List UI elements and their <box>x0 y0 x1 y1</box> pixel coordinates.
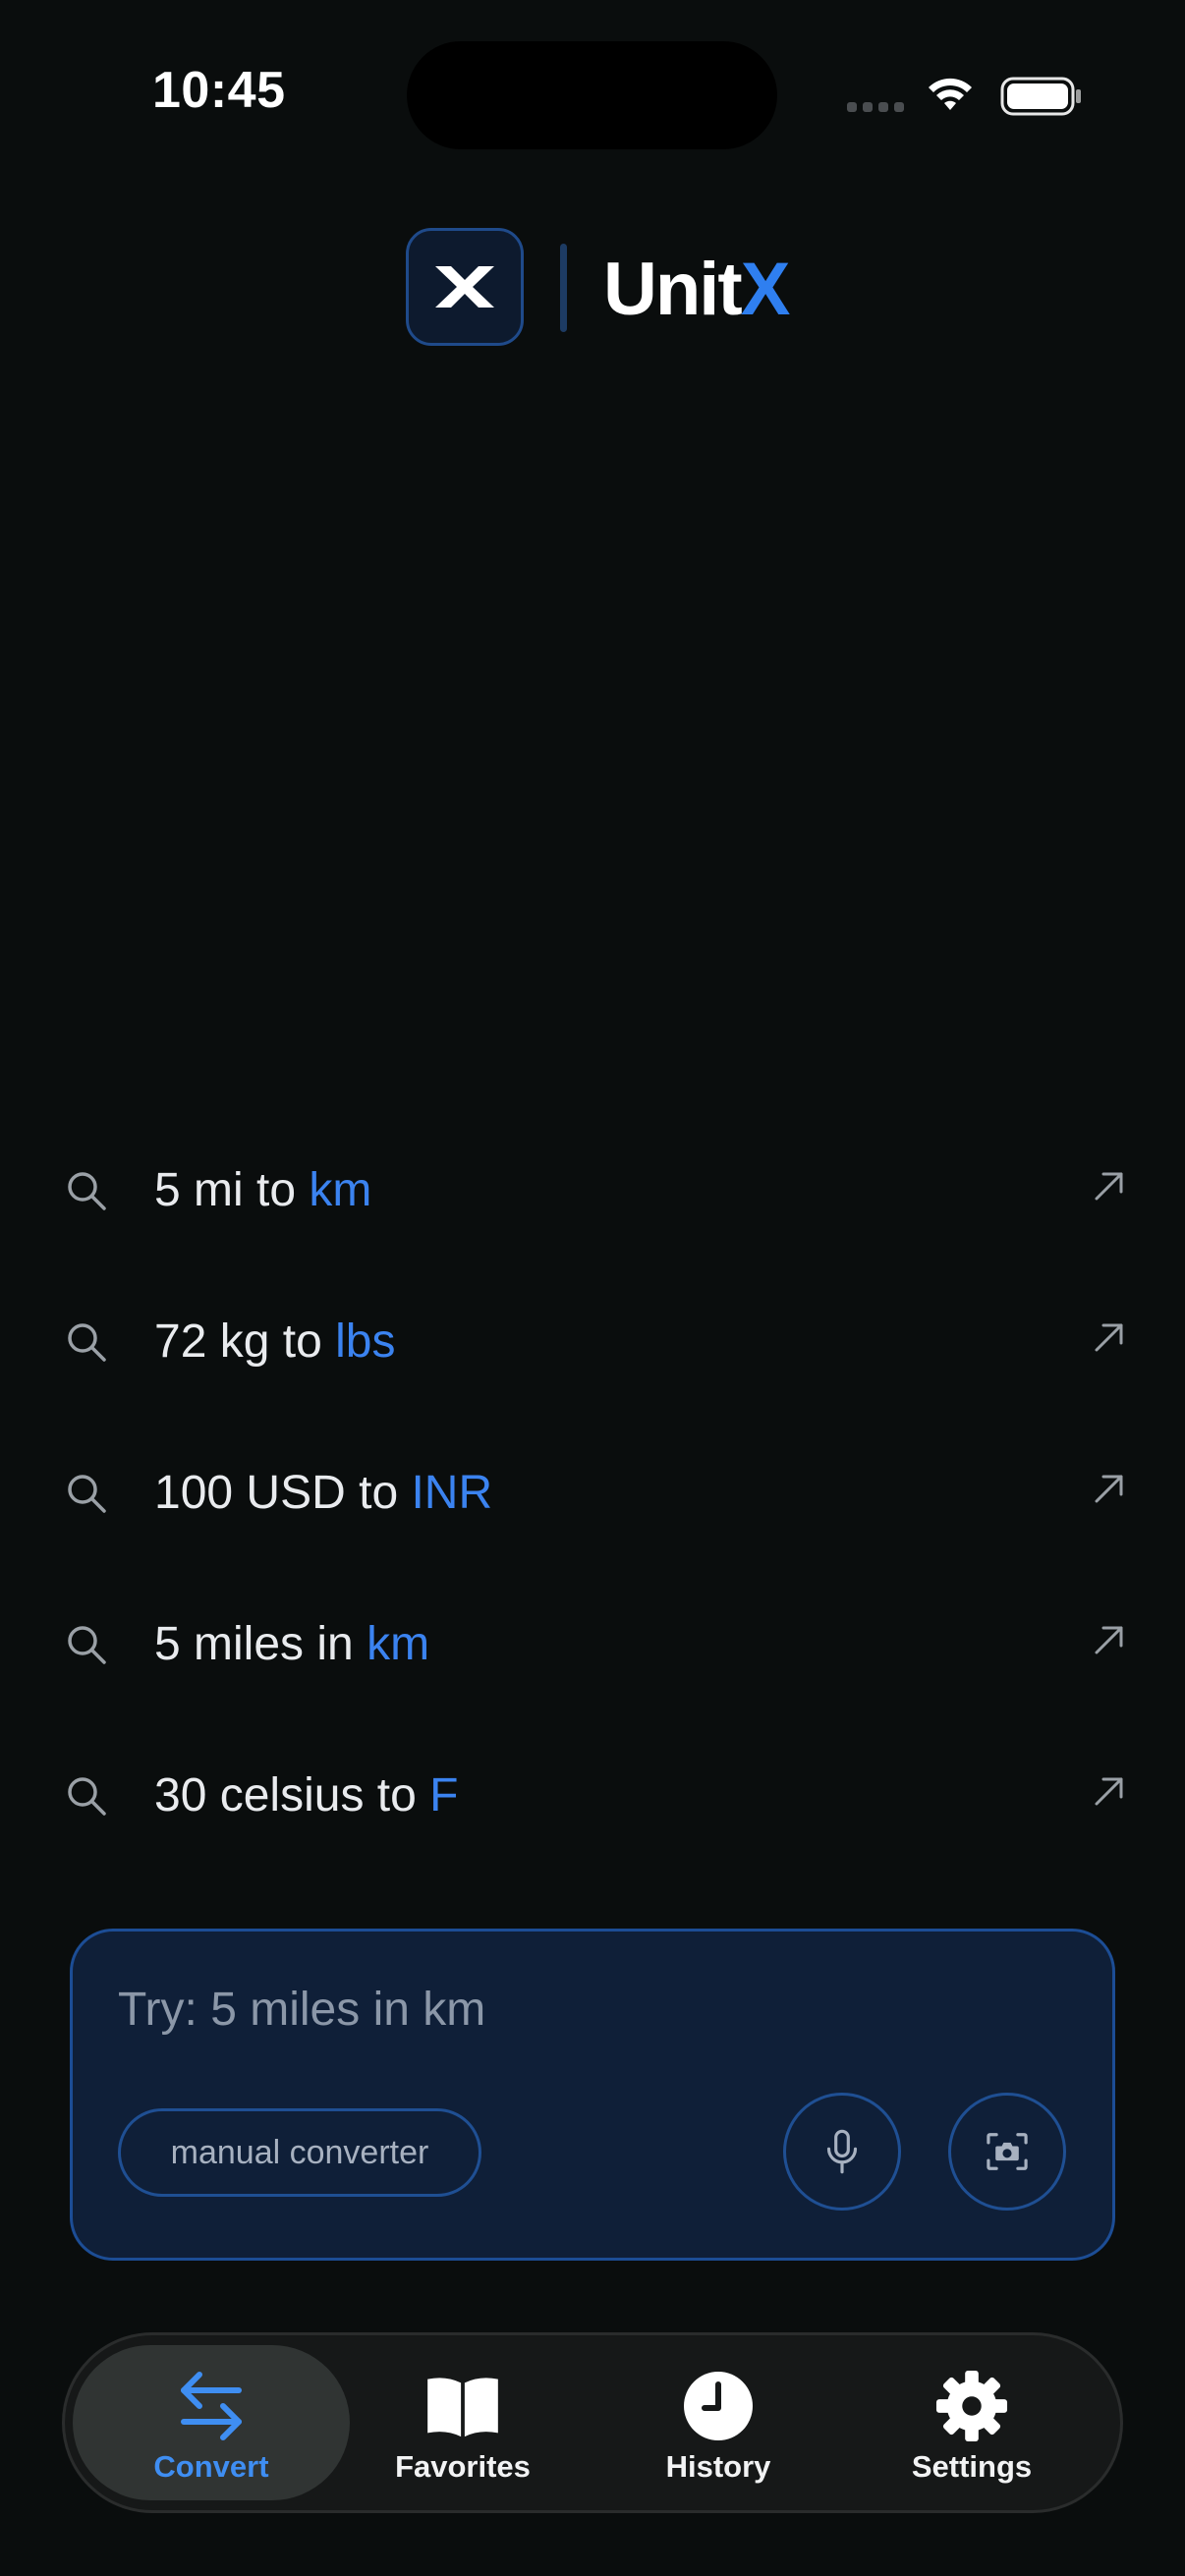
wifi-icon <box>929 78 972 110</box>
search-icon <box>68 1172 106 1210</box>
tab-label: Favorites <box>395 2449 531 2484</box>
battery-icon <box>1000 77 1081 116</box>
tab-label: Convert <box>153 2449 269 2484</box>
book-icon <box>423 2367 502 2445</box>
search-icon <box>68 1777 106 1816</box>
suggestion-item[interactable]: 72 kg to lbs <box>0 1279 1185 1397</box>
search-icon <box>68 1323 106 1362</box>
suggestion-target-unit: lbs <box>335 1316 396 1368</box>
gear-icon <box>932 2367 1011 2445</box>
tab-convert[interactable]: Convert <box>73 2345 350 2500</box>
suggestion-item[interactable]: 100 USD to INR <box>0 1430 1185 1548</box>
arrow-up-right-icon[interactable] <box>1093 1169 1126 1203</box>
microphone-icon <box>826 2129 858 2174</box>
cellular-signal-icon <box>847 102 904 112</box>
suggestion-query: 72 kg to <box>154 1316 336 1368</box>
suggestion-target-unit: INR <box>411 1467 493 1519</box>
tab-history[interactable]: History <box>586 2345 851 2500</box>
suggestion-target-unit: F <box>429 1769 459 1821</box>
arrow-up-right-icon[interactable] <box>1093 1774 1126 1808</box>
suggestion-query: 30 celsius to <box>154 1769 430 1821</box>
arrow-up-right-icon[interactable] <box>1093 1623 1126 1656</box>
suggestion-item[interactable]: 30 celsius to F <box>0 1733 1185 1851</box>
clock-icon <box>679 2367 758 2445</box>
status-icons <box>847 75 1083 118</box>
tab-favorites[interactable]: Favorites <box>330 2345 595 2500</box>
suggestion-query: 5 miles in <box>154 1618 367 1670</box>
suggestion-text: 30 celsius to F <box>154 1766 458 1825</box>
tab-settings[interactable]: Settings <box>839 2345 1104 2500</box>
suggestion-text: 5 mi to km <box>154 1161 371 1220</box>
tab-label: Settings <box>911 2449 1033 2484</box>
suggestion-target-unit: km <box>367 1618 430 1670</box>
logo-divider <box>560 244 567 332</box>
tab-label: History <box>665 2449 771 2484</box>
search-icon <box>68 1626 106 1664</box>
microphone-button[interactable] <box>783 2093 901 2211</box>
search-icon <box>68 1475 106 1513</box>
suggestion-item[interactable]: 5 miles in km <box>0 1582 1185 1700</box>
suggestion-item[interactable]: 5 mi to km <box>0 1128 1185 1246</box>
suggestion-target-unit: km <box>309 1164 372 1216</box>
suggestion-query: 100 USD to <box>154 1467 412 1519</box>
x-logo-icon <box>435 266 494 308</box>
swap-arrows-icon <box>172 2367 251 2445</box>
arrow-up-right-icon[interactable] <box>1093 1472 1126 1505</box>
status-time: 10:45 <box>152 62 286 119</box>
camera-scan-button[interactable] <box>948 2093 1066 2211</box>
app-title-main: Unit <box>603 248 743 331</box>
manual-converter-button[interactable]: manual converter <box>118 2108 481 2197</box>
camera-scan-icon <box>987 2133 1028 2170</box>
app-title: UnitX <box>603 246 791 334</box>
app-title-accent: X <box>740 248 791 331</box>
suggestion-text: 100 USD to INR <box>154 1464 492 1523</box>
suggestion-text: 72 kg to lbs <box>154 1313 395 1372</box>
dynamic-island <box>407 41 777 149</box>
bottom-tab-bar: Convert Favorites History Settings <box>62 2332 1123 2513</box>
app-logo <box>406 228 524 346</box>
suggestion-text: 5 miles in km <box>154 1615 429 1674</box>
conversion-query-input[interactable] <box>118 1975 1002 2044</box>
conversion-input-card: manual converter <box>70 1929 1115 2261</box>
arrow-up-right-icon[interactable] <box>1093 1320 1126 1354</box>
suggestion-query: 5 mi to <box>154 1164 310 1216</box>
